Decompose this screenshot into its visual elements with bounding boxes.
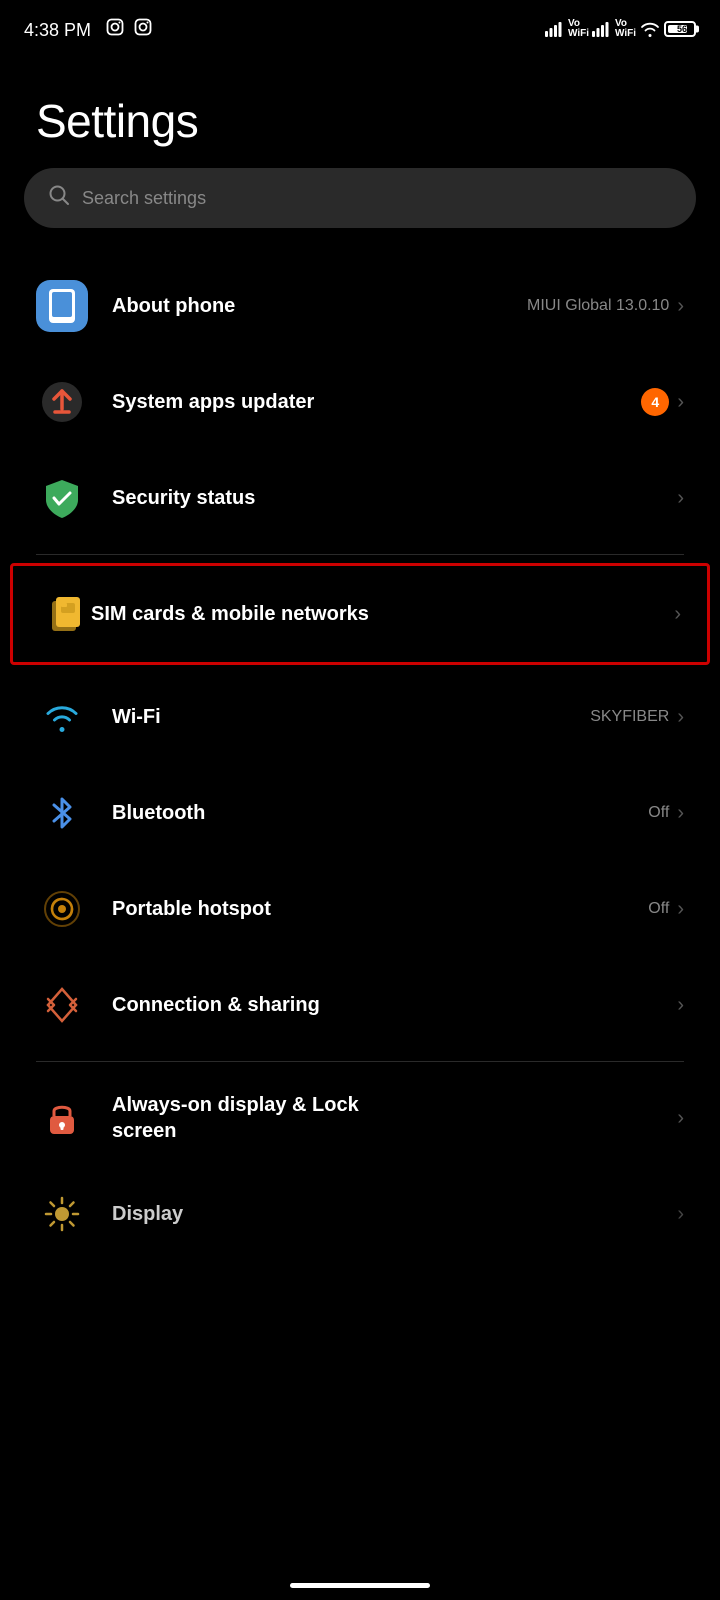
connection-text: Connection & sharing — [112, 992, 677, 1018]
about-phone-right: MIUI Global 13.0.10 › — [527, 295, 684, 318]
system-apps-chevron: › — [677, 391, 684, 414]
settings-item-sim-cards[interactable]: SIM cards & mobile networks › — [10, 563, 710, 665]
connection-chevron: › — [677, 994, 684, 1017]
wifi-status-icon — [639, 20, 661, 38]
wifi-right: SKYFIBER › — [590, 706, 684, 729]
status-bar: 4:38 PM VoWiFi — [0, 0, 720, 54]
bottom-nav-bar — [0, 1560, 720, 1600]
bluetooth-text: Bluetooth — [112, 800, 648, 826]
bluetooth-label: Bluetooth — [112, 800, 648, 826]
hotspot-chevron: › — [677, 898, 684, 921]
hotspot-value: Off — [648, 900, 669, 918]
page-header: Settings — [0, 54, 720, 168]
display-icon — [36, 1188, 88, 1240]
sim-icon — [39, 588, 91, 640]
sim-cards-chevron: › — [674, 603, 681, 626]
security-icon — [36, 472, 88, 524]
about-phone-chevron: › — [677, 295, 684, 318]
search-bar[interactable]: Search settings — [24, 168, 696, 228]
display-right: › — [677, 1203, 684, 1226]
settings-item-display[interactable]: Display › — [0, 1166, 720, 1262]
divider-1 — [36, 554, 684, 555]
settings-item-wifi[interactable]: Wi-Fi SKYFIBER › — [0, 669, 720, 765]
connection-right: › — [677, 994, 684, 1017]
settings-item-about-phone[interactable]: About phone MIUI Global 13.0.10 › — [0, 258, 720, 354]
security-chevron: › — [677, 487, 684, 510]
wifi-value: SKYFIBER — [590, 708, 669, 726]
lock-icon — [36, 1092, 88, 1144]
hotspot-label: Portable hotspot — [112, 896, 648, 922]
about-phone-label: About phone — [112, 293, 527, 319]
status-time-area: 4:38 PM — [24, 18, 152, 41]
security-right: › — [677, 487, 684, 510]
search-container: Search settings — [0, 168, 720, 258]
connection-label: Connection & sharing — [112, 992, 677, 1018]
display-label: Display — [112, 1201, 677, 1227]
always-on-right: › — [677, 1107, 684, 1130]
system-apps-text: System apps updater — [112, 389, 641, 415]
bluetooth-icon — [36, 787, 88, 839]
hotspot-text: Portable hotspot — [112, 896, 648, 922]
wifi-chevron: › — [677, 706, 684, 729]
wifi-icon — [36, 691, 88, 743]
about-phone-icon — [36, 280, 88, 332]
sim-cards-text: SIM cards & mobile networks — [91, 601, 674, 627]
connection-icon — [36, 979, 88, 1031]
bluetooth-chevron: › — [677, 802, 684, 825]
settings-item-connection[interactable]: Connection & sharing › — [0, 957, 720, 1053]
always-on-chevron: › — [677, 1107, 684, 1130]
search-icon — [48, 184, 70, 212]
hotspot-right: Off › — [648, 898, 684, 921]
settings-item-security[interactable]: Security status › — [0, 450, 720, 546]
bluetooth-value: Off — [648, 804, 669, 822]
security-label: Security status — [112, 485, 677, 511]
system-apps-label: System apps updater — [112, 389, 641, 415]
clock: 4:38 PM — [24, 20, 91, 40]
battery-indicator: 56 — [664, 21, 696, 37]
always-on-label: Always-on display & Lockscreen — [112, 1092, 677, 1144]
display-text: Display — [112, 1201, 677, 1227]
settings-item-system-apps[interactable]: System apps updater 4 › — [0, 354, 720, 450]
settings-item-always-on[interactable]: Always-on display & Lockscreen › — [0, 1070, 720, 1166]
system-apps-icon — [36, 376, 88, 428]
home-indicator — [290, 1583, 430, 1588]
hotspot-icon — [36, 883, 88, 935]
search-placeholder: Search settings — [82, 188, 206, 209]
bluetooth-right: Off › — [648, 802, 684, 825]
signal-1-icon — [545, 21, 565, 37]
divider-2 — [36, 1061, 684, 1062]
vo-wifi-1: VoWiFi — [568, 19, 589, 39]
settings-section-connectivity: SIM cards & mobile networks › Wi-Fi SKYF… — [0, 563, 720, 1053]
vo-wifi-2: VoWiFi — [615, 19, 636, 39]
system-apps-badge: 4 — [641, 388, 669, 416]
sim-cards-right: › — [674, 603, 681, 626]
settings-item-hotspot[interactable]: Portable hotspot Off › — [0, 861, 720, 957]
display-chevron: › — [677, 1203, 684, 1226]
about-phone-text: About phone — [112, 293, 527, 319]
wifi-label: Wi-Fi — [112, 704, 590, 730]
settings-section-display: Always-on display & Lockscreen › Display — [0, 1070, 720, 1262]
page-title: Settings — [36, 94, 684, 148]
security-text: Security status — [112, 485, 677, 511]
signal-2-icon — [592, 21, 612, 37]
system-apps-right: 4 › — [641, 388, 684, 416]
instagram-icon-1 — [106, 23, 128, 40]
sim-cards-label: SIM cards & mobile networks — [91, 601, 674, 627]
settings-item-bluetooth[interactable]: Bluetooth Off › — [0, 765, 720, 861]
about-phone-value: MIUI Global 13.0.10 — [527, 297, 669, 315]
instagram-icon-2 — [134, 23, 152, 40]
always-on-text: Always-on display & Lockscreen — [112, 1092, 677, 1144]
settings-section-top: About phone MIUI Global 13.0.10 › System… — [0, 258, 720, 546]
status-right-icons: VoWiFi VoWiFi 56 — [545, 19, 696, 39]
wifi-text: Wi-Fi — [112, 704, 590, 730]
